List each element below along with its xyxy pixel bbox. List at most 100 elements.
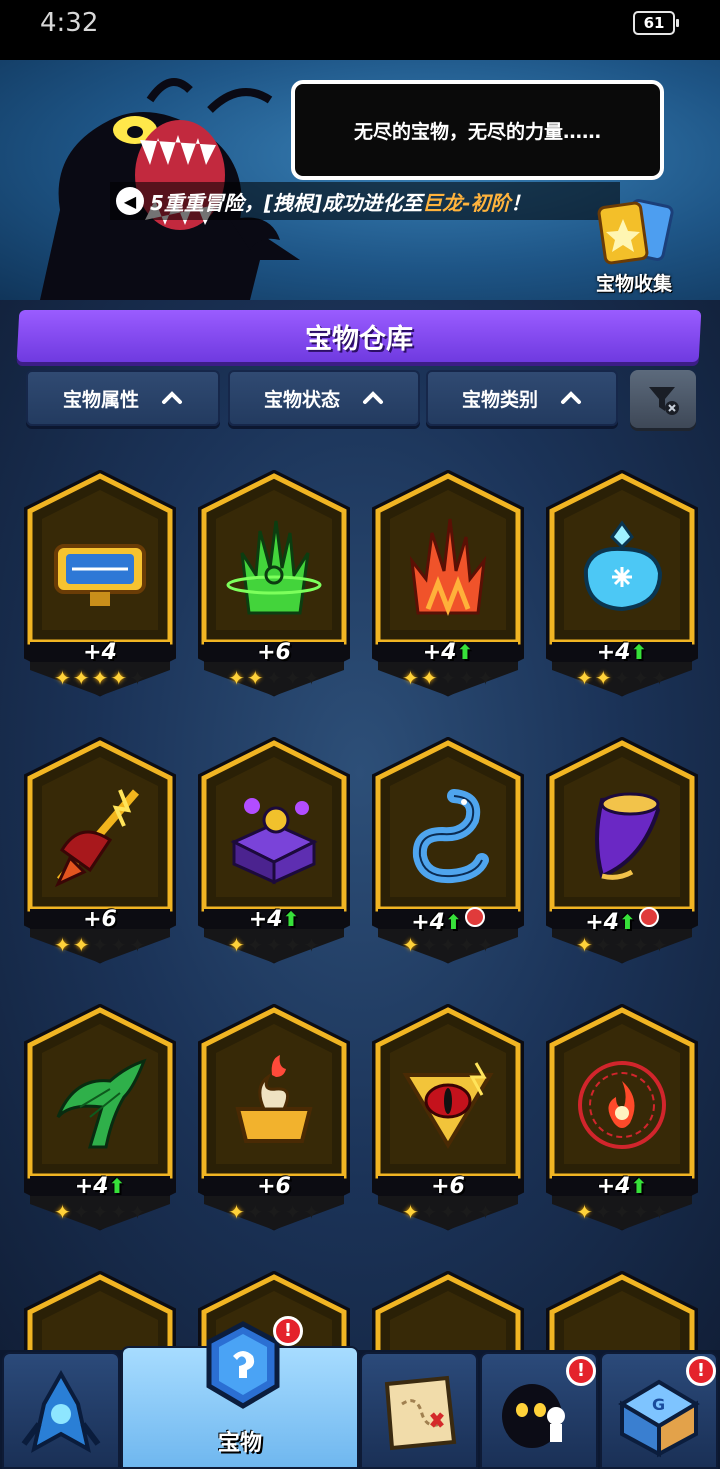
treasure-level-value: +6 bbox=[257, 1174, 291, 1199]
star-icon: ✦ bbox=[72, 933, 90, 957]
news-ticker: ◀ 5重重冒险，[拽根]成功进化至 巨龙-初阶 ！ bbox=[110, 182, 620, 220]
star-icon: ✦ bbox=[420, 666, 438, 690]
chevron-up-icon bbox=[363, 391, 383, 404]
green-vortex-treasure-card[interactable]: +6 ✦ ✦ ✦ ✦ ✦ bbox=[196, 470, 352, 700]
filter-status-dropdown[interactable]: 宝物状态 bbox=[228, 370, 420, 426]
star-rating: ✦ ✦ ✦ ✦ ✦ bbox=[22, 1200, 178, 1224]
thunder-spear-treasure-card[interactable]: +6 ✦ ✦ ✦ ✦ ✦ bbox=[22, 737, 178, 967]
ticker-suffix: ！ bbox=[510, 190, 531, 215]
ice-bottle-treasure-card[interactable]: +4⬆ ✦ ✦ ✦ ✦ ✦ bbox=[544, 470, 700, 700]
treasure-level: +4⬆ bbox=[544, 640, 700, 665]
wing-icon bbox=[50, 1034, 150, 1169]
nav-tab-treasure-label: 宝物 bbox=[217, 1431, 262, 1456]
star-icon: ✦ bbox=[458, 933, 476, 957]
star-icon: ✦ bbox=[284, 1200, 302, 1224]
purple-horn-treasure-card[interactable]: +4⬆ ✦ ✦ ✦ ✦ ✦ bbox=[544, 737, 700, 967]
star-icon: ✦ bbox=[110, 933, 128, 957]
star-icon: ✦ bbox=[576, 933, 593, 957]
card-frame bbox=[24, 1271, 176, 1350]
fire-sigil-treasure-card[interactable]: +4⬆ ✦ ✦ ✦ ✦ ✦ bbox=[544, 1004, 700, 1234]
filter-status-label: 宝物状态 bbox=[263, 388, 340, 411]
chevron-up-icon bbox=[162, 391, 182, 404]
star-icon: ✦ bbox=[228, 1200, 245, 1224]
treasure-collection-button[interactable]: 宝物收集 bbox=[588, 195, 680, 295]
chevron-up-icon bbox=[561, 391, 581, 404]
nav-tab-treasure[interactable]: 宝物 ! bbox=[121, 1316, 359, 1469]
ice-dragon-treasure-card[interactable]: +4⬆ ✦ ✦ ✦ ✦ ✦ bbox=[370, 737, 526, 967]
clear-filter-button[interactable] bbox=[630, 370, 696, 428]
red-flame-treasure-card[interactable]: +4⬆ ✦ ✦ ✦ ✦ ✦ bbox=[370, 470, 526, 700]
star-rating: ✦ ✦ ✦ ✦ ✦ bbox=[22, 933, 178, 957]
treasure-level-value: +4 bbox=[74, 1174, 109, 1199]
star-icon: ✦ bbox=[91, 1200, 109, 1224]
filter-category-label: 宝物类别 bbox=[461, 388, 538, 411]
megaphone-icon: ◀ bbox=[116, 187, 144, 215]
star-icon: ✦ bbox=[576, 1200, 593, 1224]
treasure-card-partial[interactable] bbox=[22, 1271, 178, 1350]
demon-mascot-image bbox=[40, 78, 300, 300]
treasure-card-partial[interactable] bbox=[544, 1271, 700, 1350]
star-icon: ✦ bbox=[265, 666, 283, 690]
upgrade-arrow-icon: ⬆ bbox=[456, 640, 474, 664]
star-rating: ✦ ✦ ✦ ✦ ✦ bbox=[196, 1200, 352, 1224]
star-icon: ✦ bbox=[420, 1200, 438, 1224]
star-icon: ✦ bbox=[613, 1200, 631, 1224]
filter-category-dropdown[interactable]: 宝物类别 bbox=[426, 370, 618, 426]
star-rating: ✦ ✦ ✦ ✦ ✦ bbox=[196, 666, 352, 690]
star-icon: ✦ bbox=[632, 933, 650, 957]
treasure-level: +6 bbox=[370, 1174, 526, 1199]
golden-plaque-treasure-card[interactable]: +4 ✦ ✦ ✦ ✦ ✦ bbox=[22, 470, 178, 700]
shadow-chest-treasure-card[interactable]: +4⬆ ✦ ✦ ✦ ✦ ✦ bbox=[196, 737, 352, 967]
treasure-level-value: +6 bbox=[83, 907, 117, 932]
star-icon: ✦ bbox=[228, 666, 245, 690]
star-icon: ✦ bbox=[303, 666, 320, 690]
treasure-level: +4⬆ bbox=[544, 907, 700, 935]
upgrade-arrow-icon: ⬆ bbox=[108, 1174, 126, 1198]
treasure-map-icon bbox=[384, 1375, 457, 1451]
star-icon: ✦ bbox=[284, 666, 302, 690]
star-icon: ✦ bbox=[458, 666, 476, 690]
treasure-collection-label: 宝物收集 bbox=[595, 273, 672, 295]
dragon-icon bbox=[398, 767, 498, 902]
star-icon: ✦ bbox=[651, 933, 668, 957]
golden-bowl-treasure-card[interactable]: +6 ✦ ✦ ✦ ✦ ✦ bbox=[196, 1004, 352, 1234]
notification-badge: ! bbox=[273, 1316, 303, 1346]
star-icon: ✦ bbox=[54, 933, 71, 957]
star-icon: ✦ bbox=[110, 1200, 128, 1224]
ticker-highlight: 巨龙-初阶 bbox=[422, 190, 511, 215]
speech-bubble: 无尽的宝物，无尽的力量…… bbox=[291, 80, 664, 180]
star-rating: ✦ ✦ ✦ ✦ ✦ bbox=[370, 666, 526, 690]
star-rating: ✦ ✦ ✦ ✦ ✦ bbox=[196, 933, 352, 957]
star-icon: ✦ bbox=[54, 1200, 71, 1224]
hero-crest-icon bbox=[21, 1369, 101, 1453]
treasure-level-value: +4 bbox=[248, 907, 283, 932]
notification-badge: ! bbox=[686, 1356, 716, 1386]
star-icon: ✦ bbox=[91, 933, 109, 957]
nav-tab-map[interactable] bbox=[360, 1352, 478, 1469]
star-icon: ✦ bbox=[246, 1200, 264, 1224]
nav-tab-character[interactable]: ! bbox=[480, 1352, 598, 1469]
eye-icon bbox=[398, 1034, 498, 1169]
svg-text:G: G bbox=[652, 1395, 665, 1414]
plaque-icon bbox=[50, 500, 150, 635]
star-icon: ✦ bbox=[129, 933, 146, 957]
nav-tab-hero[interactable] bbox=[2, 1352, 120, 1469]
treasure-level-value: +4 bbox=[411, 910, 445, 935]
filter-attribute-label: 宝物属性 bbox=[62, 388, 139, 411]
treasure-tab-icon bbox=[206, 1321, 280, 1409]
filter-attribute-dropdown[interactable]: 宝物属性 bbox=[26, 370, 220, 426]
treasure-level-value: +6 bbox=[431, 1174, 465, 1199]
treasure-cards-icon bbox=[597, 199, 674, 265]
nav-tab-shop[interactable]: G ! bbox=[600, 1352, 718, 1469]
horn-icon bbox=[572, 767, 672, 902]
treasure-card-partial[interactable] bbox=[370, 1271, 526, 1350]
star-icon: ✦ bbox=[651, 666, 668, 690]
treasure-level: +4⬆ bbox=[370, 907, 526, 935]
star-rating: ✦ ✦ ✦ ✦ ✦ bbox=[22, 666, 178, 690]
dragon-eye-treasure-card[interactable]: +6 ✦ ✦ ✦ ✦ ✦ bbox=[370, 1004, 526, 1234]
green-wing-treasure-card[interactable]: +4⬆ ✦ ✦ ✦ ✦ ✦ bbox=[22, 1004, 178, 1234]
ice-icon bbox=[572, 500, 672, 635]
upgrade-arrow-icon: ⬆ bbox=[444, 910, 462, 934]
status-time: 4:32 bbox=[40, 8, 99, 38]
greenflame-icon bbox=[224, 500, 324, 635]
